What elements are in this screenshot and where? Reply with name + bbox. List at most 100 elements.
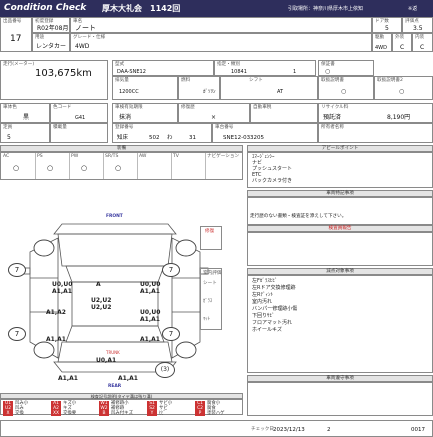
repair-notes-box: 左Fｶﾞﾗｽﾋﾋﾞ 左Rドア交換修理跡 左Rﾃﾞｨﾝﾄ 室内汚れ バンパー修理跡小傷 下回… [247, 275, 433, 373]
model-name-value: ノート [75, 24, 96, 32]
plate-label: 登録番号 [115, 125, 134, 130]
tax-box: 自動車税 [250, 103, 318, 123]
equipment-header-1: PS [37, 154, 43, 159]
chassis-value: SNE12-033205 [223, 135, 265, 141]
use-value: レンタカー [36, 43, 67, 50]
repair-line-0: 左Fｶﾞﾗｽﾋﾋﾞ [252, 278, 278, 284]
equipment-header-0: AC [3, 154, 10, 159]
repair-line-6: フロアマット汚れ [252, 320, 293, 326]
spare-tire-value: (3) [160, 366, 170, 373]
capacity-box: 排気量 1200CC [112, 76, 178, 100]
recycle-fee-value: 預託済 [323, 114, 342, 121]
plate-number: 31 [189, 135, 196, 141]
equipment-header-4: AW [139, 154, 147, 159]
tire-front-left: 7 [8, 263, 26, 277]
int-box: 内装 C [412, 33, 433, 52]
first-reg-box: 初度登録 R02年08月 [32, 17, 70, 33]
lot-label: 出品番号 [3, 19, 22, 24]
color-box: 車体色 黒 [0, 103, 50, 123]
owner-box: 所有者名称 [318, 123, 433, 143]
pickup-location: 引取場所：神奈川県厚木市上依知 [288, 6, 364, 12]
equipment-value-3: ○ [115, 164, 122, 172]
repair-value: × [211, 114, 217, 121]
appeal-title: アピールポイント [247, 145, 433, 152]
interior-seat: シート [203, 281, 217, 286]
ext-box: 外装 C [392, 33, 412, 52]
recycle-fee-box: リサイクル料 預託済 8,190円 [318, 103, 433, 123]
repair-line-2: 左Rﾃﾞｨﾝﾄ [252, 292, 273, 298]
damage-roof: A [96, 281, 101, 288]
reg-no-value: 10841 [231, 69, 247, 75]
repair-box: 修復歴 × [178, 103, 250, 123]
grade-box: グレード・仕様 4WD [70, 33, 372, 52]
equipment-divider-2 [69, 153, 70, 179]
repair-line-3: 室内汚れ [252, 299, 273, 305]
repair-notes-title: 減点対象事項 [247, 268, 433, 275]
color-code-box: 色コード G41 [50, 103, 108, 123]
recycle-box: 取扱説明書2 ○ [374, 76, 433, 100]
score-box: 評価点 3.5 [402, 17, 433, 33]
damage-left-front-2: A1,A1 [52, 288, 72, 295]
interior-title: 室内評価 [203, 271, 222, 276]
legend-text-10: 交換 [15, 411, 24, 416]
tire-rear-left: 7 [8, 327, 26, 341]
condition-sheet: Condition Check 厚木大礼会 1142回 引取場所：神奈川県厚木市… [0, 0, 433, 437]
seats-label: 定員 [3, 125, 13, 130]
mission-value: AT [277, 89, 284, 95]
seats-value: 5 [7, 134, 11, 141]
recycle-fee-label: リサイクル料 [321, 105, 349, 110]
special-notes-title: 車両特記事項 [247, 190, 433, 197]
legend-text-11: 交換要 [63, 411, 77, 416]
inspector-notes-title: 検査員報告 [247, 225, 433, 232]
tire-fl-value: 7 [14, 266, 20, 274]
inspector-notes-box [247, 232, 433, 266]
appeal-line-4: バックカメラ付き [252, 178, 293, 184]
damage-right-front-2: A1,A1 [140, 288, 160, 295]
tire-rear-right: 7 [162, 327, 180, 341]
equipment-divider-6 [205, 153, 206, 179]
damage-rear-bumper: U0,A1 [96, 357, 117, 364]
damage-right-mid-2: A1,A1 [140, 316, 160, 323]
legend-code-13: Y [147, 411, 157, 416]
fuel-box: 燃料 ｶﾞｿﾘﾝ [178, 76, 220, 100]
reg-no-label: 指定・類別 [217, 62, 240, 67]
equipment-header-2: PW [71, 154, 79, 159]
capacity-label: 排気量 [115, 78, 129, 83]
mileage-label: 走行(メーター) [3, 62, 35, 67]
legend-code-14: P [195, 411, 205, 416]
owner-label: 所有者名称 [321, 125, 344, 130]
drive-label: 駆動 [375, 35, 385, 40]
brand-title: Condition Check [4, 3, 87, 13]
interior-box: 室内評価 シート ｶﾞﾗｽ ﾏｯﾄ [200, 268, 222, 330]
legend-text-13: ﾋﾋﾞ [159, 411, 166, 416]
inspection-value: ○ [325, 68, 331, 75]
color-code-label: 色コード [53, 105, 72, 110]
lot-box: 出品番号 17 [0, 17, 32, 52]
shaken-label: 車検有効期限 [115, 105, 143, 110]
repair-flag-label: 修復 [205, 229, 215, 234]
shaken-box: 車検有効期限 抹消 [112, 103, 178, 123]
equipment-value-2: ○ [81, 164, 88, 172]
fuel-label: 燃料 [181, 78, 191, 83]
repair-label: 修復歴 [181, 105, 195, 110]
interior-mat: ﾏｯﾄ [203, 317, 210, 322]
trunk-label: TRUNK [106, 350, 120, 355]
reg-no-box: 指定・類別 10841 1 [214, 60, 316, 76]
recycle-label: 取扱説明書2 [377, 78, 403, 83]
grade-value: 4WD [75, 43, 90, 50]
special-notes-text: 走行歴のない書類・検査証を添えして下さい。 [250, 214, 347, 219]
ext-label: 外装 [395, 35, 405, 40]
repair-line-1: 左Rドア交換修理跡 [252, 285, 296, 291]
manual-box: 取扱説明書 ○ [318, 76, 374, 100]
first-reg-value: R02年08月 [37, 25, 69, 32]
plate-region: 知床 [117, 135, 129, 141]
mileage-box: 走行(メーター) 103,675km [0, 60, 108, 100]
mission-box: シフト AT [220, 76, 318, 100]
ext-value: C [400, 44, 405, 51]
color-code-value: G41 [75, 115, 86, 121]
legend-text-12: 凹み付キズ [111, 411, 133, 416]
equipment-grid: AC ○ PS ○ PW ○ SR/TS ○ AW TV ナビゲーション [0, 152, 243, 180]
color-label: 車体色 [3, 105, 17, 110]
front-label: FRONT [106, 214, 123, 219]
inspection-box: 保証書 ○ [318, 60, 374, 76]
